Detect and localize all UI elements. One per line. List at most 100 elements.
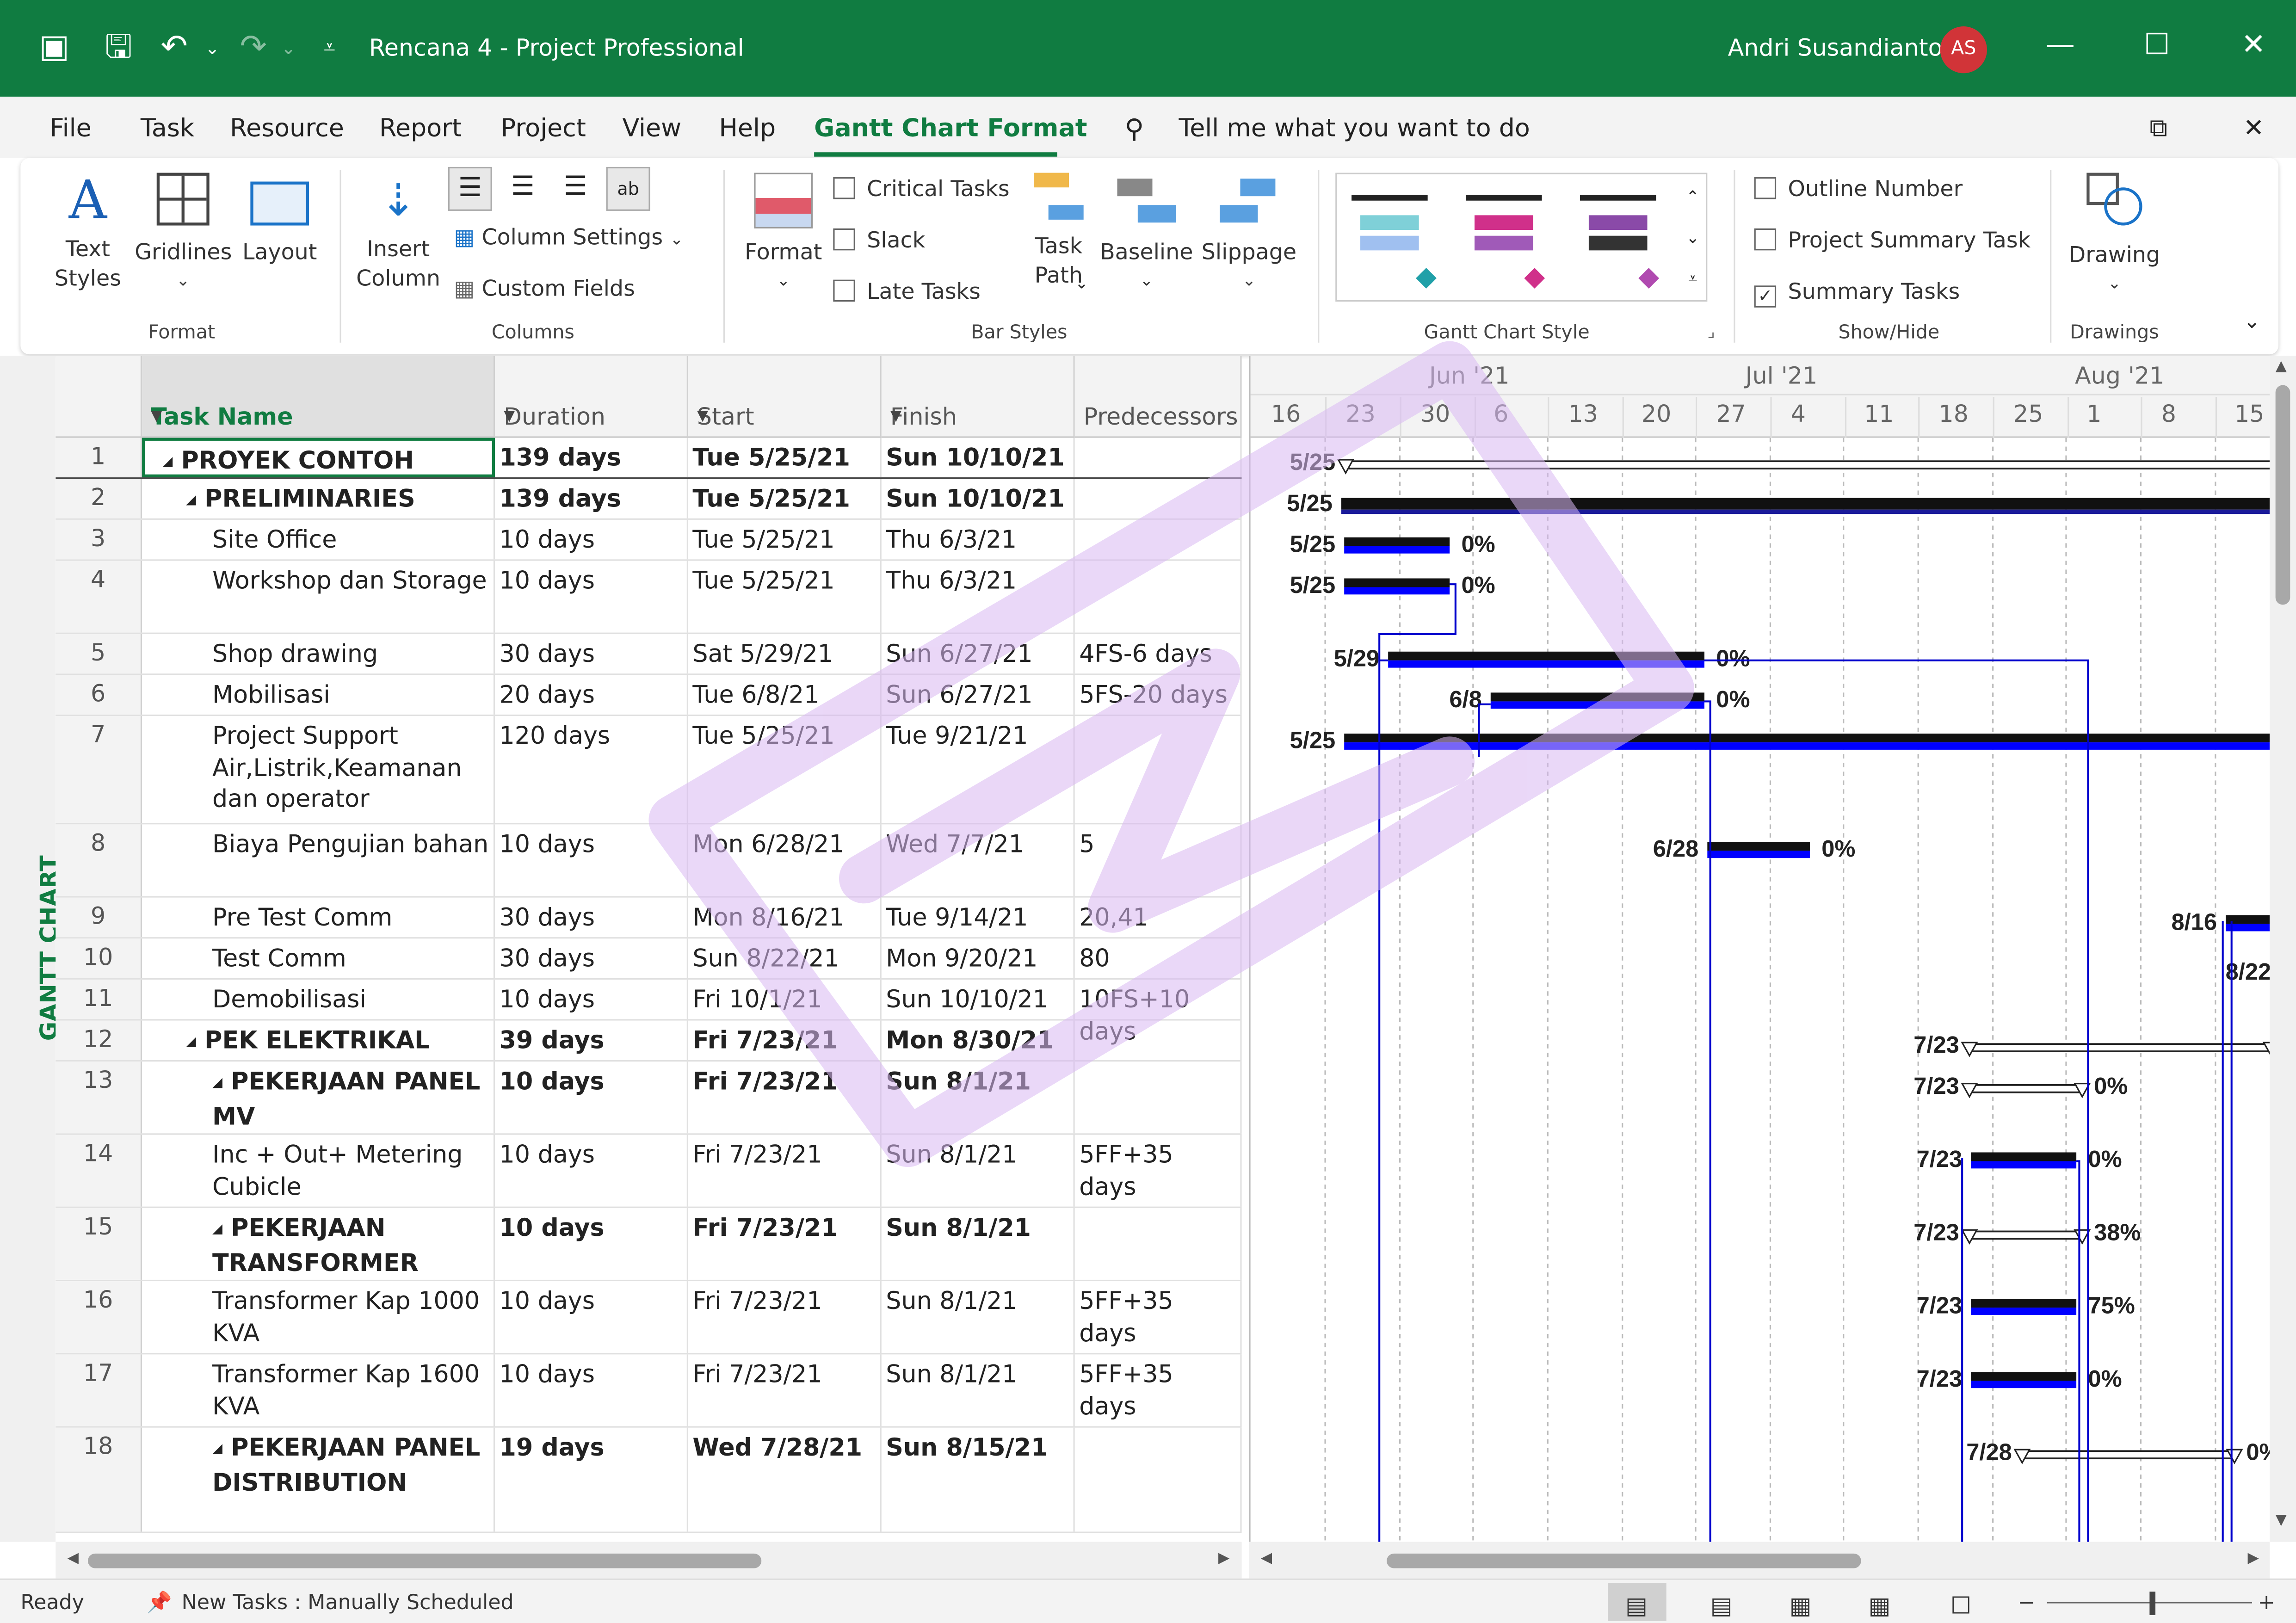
cell-predecessors[interactable] (1075, 1020, 1242, 1061)
row-number[interactable]: 15 (56, 1208, 142, 1280)
cell-duration[interactable]: 20 days (495, 675, 688, 715)
cell-start[interactable]: Tue 6/8/21 (688, 675, 882, 715)
tab-gantt-chart-format[interactable]: Gantt Chart Format (814, 114, 1087, 143)
column-header-finish[interactable]: Finish ▼ (881, 356, 1075, 438)
table-row[interactable]: 18 ◢ PEKERJAAN PANEL DISTRIBUTION 19 days W… (56, 1427, 1242, 1533)
table-row[interactable]: 15 ◢ PEKERJAAN TRANSFORMER 10 days Fri 7/23… (56, 1208, 1242, 1282)
table-row[interactable]: 1 ◢ PROYEK CONTOH 139 days Tue 5/25/21 Sun 1… (56, 438, 1242, 479)
cell-predecessors[interactable]: 5FF+35 days (1075, 1135, 1242, 1207)
search-icon[interactable]: ⚲ (1124, 114, 1144, 145)
task-bar[interactable] (1490, 692, 1704, 702)
cell-task-name[interactable]: ◢ PEKERJAAN PANEL MV (142, 1061, 495, 1134)
search-input[interactable]: Tell me what you want to do (1179, 114, 1530, 143)
cell-start[interactable]: Wed 7/28/21 (688, 1427, 882, 1532)
table-row[interactable]: 12 ◢ PEK ELEKTRIKAL 39 days Fri 7/23/21 Mon … (56, 1020, 1242, 1062)
cell-predecessors[interactable]: 4FS-6 days (1075, 634, 1242, 674)
cell-finish[interactable]: Thu 6/3/21 (882, 519, 1075, 560)
cell-finish[interactable]: Sun 8/1/21 (882, 1281, 1075, 1353)
table-row[interactable]: 7 Project Support Air,Listrik,Keamanan da… (56, 716, 1242, 825)
insert-column-button[interactable]: ⇣ Insert Column (352, 170, 445, 293)
cell-predecessors[interactable]: 5FF+35 days (1075, 1281, 1242, 1353)
cell-finish[interactable]: Sun 8/1/21 (882, 1061, 1075, 1134)
tab-file[interactable]: File (50, 114, 92, 143)
cell-predecessors[interactable]: 5FS-20 days (1075, 675, 1242, 715)
row-number[interactable]: 6 (56, 675, 142, 715)
table-row[interactable]: 2 ◢ PRELIMINARIES 139 days Tue 5/25/21 Sun 1… (56, 479, 1242, 520)
task-usage-icon[interactable]: ▤ (1710, 1592, 1733, 1619)
gridlines-button[interactable]: Gridlines ⌄ (135, 170, 232, 296)
cell-duration[interactable]: 10 days (495, 1208, 688, 1280)
table-row[interactable]: 13 ◢ PEKERJAAN PANEL MV 10 days Fri 7/23/21… (56, 1061, 1242, 1135)
slack-checkbox[interactable]: Slack (833, 227, 925, 253)
cell-duration[interactable]: 39 days (495, 1020, 688, 1061)
cell-finish[interactable]: Sun 10/10/21 (882, 479, 1075, 518)
cell-start[interactable]: Fri 7/23/21 (688, 1208, 882, 1280)
cell-finish[interactable]: Sun 8/1/21 (882, 1135, 1075, 1207)
cell-finish[interactable]: Sun 8/1/21 (882, 1354, 1075, 1426)
format-bar-button[interactable]: Format ⌄ (741, 170, 826, 296)
cell-duration[interactable]: 30 days (495, 634, 688, 674)
cell-duration[interactable]: 10 days (495, 1281, 688, 1353)
column-header-duration[interactable]: Duration ▼ (495, 356, 688, 438)
gallery-scroll-up-icon[interactable]: ⌃ (1679, 177, 1706, 218)
summary-bar[interactable] (1967, 1043, 2270, 1052)
filter-dropdown-icon[interactable]: ▼ (697, 408, 868, 425)
cell-duration[interactable]: 139 days (495, 479, 688, 518)
task-bar[interactable] (1971, 1299, 2077, 1308)
row-number[interactable]: 1 (56, 438, 142, 478)
row-number[interactable]: 2 (56, 479, 142, 518)
row-number[interactable]: 11 (56, 979, 142, 1019)
row-number[interactable]: 12 (56, 1020, 142, 1061)
cell-predecessors[interactable] (1075, 716, 1242, 823)
row-number[interactable]: 4 (56, 561, 142, 633)
zoom-in-icon[interactable]: + (2258, 1592, 2275, 1615)
row-number[interactable]: 8 (56, 824, 142, 896)
cell-finish[interactable]: Mon 8/30/21 (882, 1020, 1075, 1061)
cell-task-name[interactable]: Inc + Out+ Metering Cubicle (142, 1135, 495, 1207)
custom-fields-button[interactable]: ▦ Custom Fields (454, 274, 635, 303)
task-bar[interactable] (1388, 651, 1704, 660)
cell-task-name[interactable]: ◢ PROYEK CONTOH (142, 438, 495, 478)
cell-finish[interactable]: Sun 8/1/21 (882, 1208, 1075, 1280)
new-tasks-mode[interactable]: New Tasks : Manually Scheduled (182, 1592, 514, 1615)
cell-start[interactable]: Tue 5/25/21 (688, 519, 882, 560)
cell-duration[interactable]: 10 days (495, 1061, 688, 1134)
align-right-icon[interactable]: ☰ (554, 167, 598, 211)
cell-duration[interactable]: 120 days (495, 716, 688, 823)
undo-dropdown-icon[interactable]: ⌄ (193, 29, 231, 67)
cell-finish[interactable]: Sun 10/10/21 (882, 438, 1075, 478)
project-summary-task-checkbox[interactable]: Project Summary Task (1754, 227, 2031, 253)
cell-duration[interactable]: 10 days (495, 561, 688, 633)
summary-bar[interactable] (1967, 1084, 2083, 1093)
cell-start[interactable]: Fri 7/23/21 (688, 1061, 882, 1134)
save-icon[interactable]: 🖫 (99, 29, 137, 67)
chart-scroll-thumb[interactable] (1387, 1553, 1861, 1568)
redo-icon[interactable]: ↷ (235, 29, 272, 67)
task-path-button[interactable]: Task Path (1025, 170, 1092, 290)
maximize-icon[interactable]: ☐ (2135, 26, 2179, 62)
table-row[interactable]: 16 Transformer Kap 1000 KVA 10 days Fri 7/2… (56, 1281, 1242, 1355)
cell-finish[interactable]: Sun 6/27/21 (882, 634, 1075, 674)
row-number[interactable]: 14 (56, 1135, 142, 1207)
summary-bar[interactable] (1967, 1230, 2083, 1240)
avatar[interactable]: AS (1940, 26, 1987, 74)
collapse-icon[interactable]: ◢ (162, 456, 173, 470)
collapse-icon[interactable]: ◢ (212, 1442, 222, 1457)
row-number[interactable]: 3 (56, 519, 142, 560)
tab-view[interactable]: View (622, 114, 681, 143)
row-number[interactable]: 13 (56, 1061, 142, 1134)
cell-predecessors[interactable] (1075, 561, 1242, 633)
table-row[interactable]: 4 Workshop dan Storage 10 days Tue 5/25/21 T… (56, 561, 1242, 634)
cell-predecessors[interactable] (1075, 519, 1242, 560)
critical-tasks-checkbox[interactable]: Critical Tasks (833, 176, 1010, 202)
summary-bar[interactable] (2019, 1450, 2235, 1460)
column-header-start[interactable]: Start ▼ (688, 356, 882, 438)
cell-finish[interactable]: Mon 9/20/21 (882, 938, 1075, 978)
cell-finish[interactable]: Sun 10/10/21 (882, 979, 1075, 1019)
filter-dropdown-icon[interactable]: ▼ (151, 408, 481, 425)
summary-bar[interactable] (1343, 460, 2270, 469)
grid-scroll-thumb[interactable] (87, 1553, 762, 1568)
resource-sheet-icon[interactable]: ▦ (1869, 1592, 1891, 1619)
cell-finish[interactable]: Tue 9/14/21 (882, 897, 1075, 938)
cell-duration[interactable]: 30 days (495, 897, 688, 938)
